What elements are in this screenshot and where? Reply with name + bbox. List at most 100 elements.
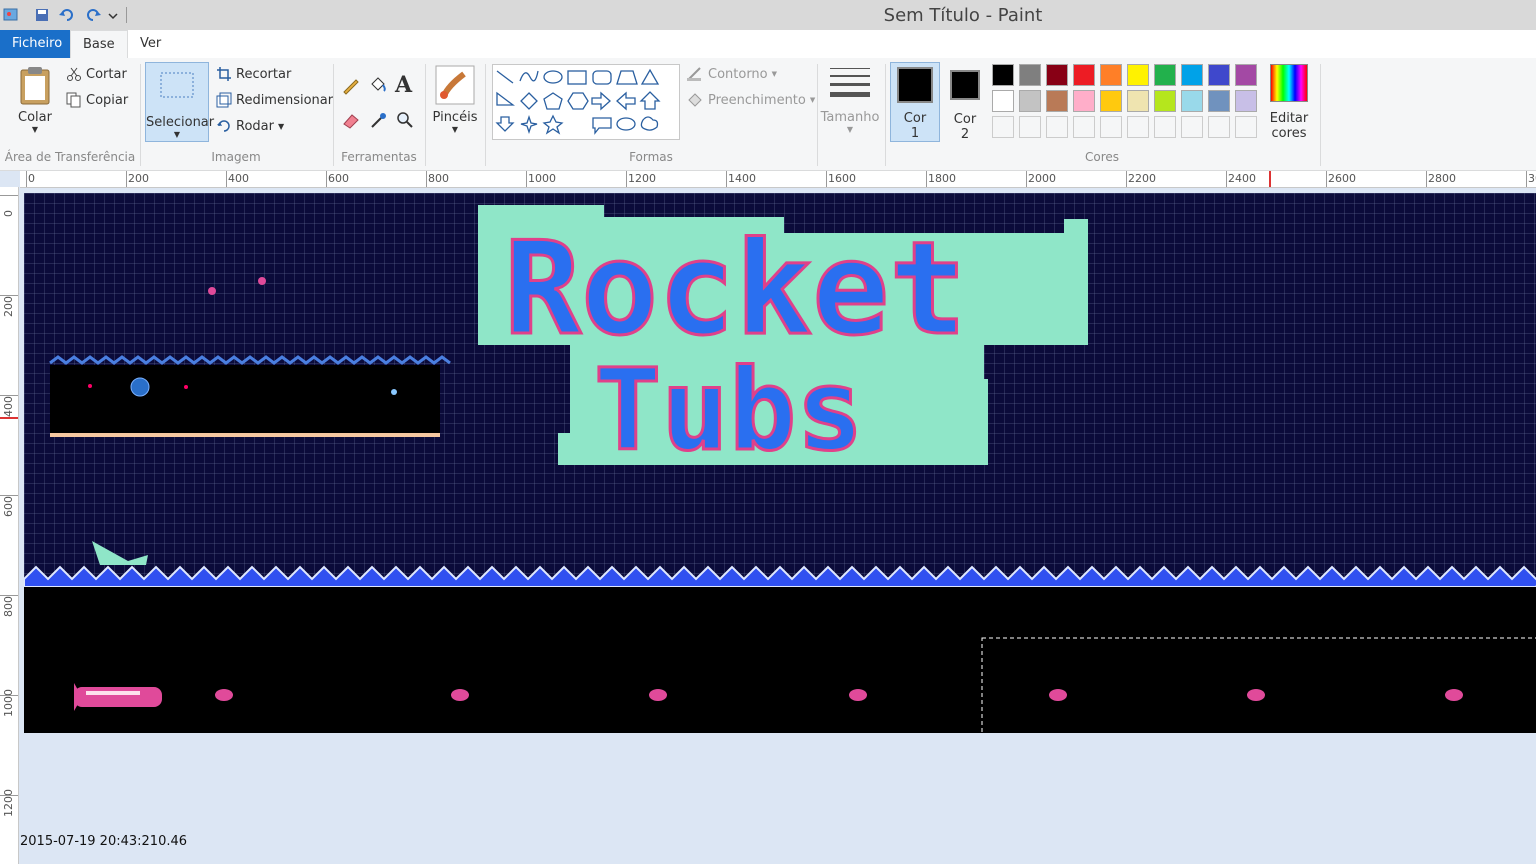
outline-label: Contorno [708,66,768,82]
line-thickness-icon [830,68,870,97]
ruler-tick-mark [926,171,927,187]
custom-color-slot[interactable] [992,116,1014,138]
tab-view[interactable]: Ver [128,30,173,58]
ruler-tick-mark [326,171,327,187]
ruler-tick-mark [626,171,627,187]
palette-swatch[interactable] [1127,64,1149,86]
fish-sprite [451,689,469,701]
paste-button[interactable]: Colar ▼ [10,64,60,135]
ruler-tick-mark [1226,171,1227,187]
fish-sprite [849,689,867,701]
edit-colors-button[interactable]: Editar cores [1264,64,1314,141]
palette-swatch[interactable] [1046,64,1068,86]
palette-swatch[interactable] [1154,90,1176,112]
custom-color-slot[interactable] [1127,116,1149,138]
ruler-tick-mark [0,795,18,796]
rotate-label: Rodar [236,118,274,134]
brushes-dropdown-arrow: ▼ [451,125,459,134]
ruler-tick-mark [26,171,27,187]
palette-swatch[interactable] [992,90,1014,112]
fill-button[interactable]: Preenchimento ▼ [686,92,815,108]
palette-swatch[interactable] [1019,90,1041,112]
ruler-tick-label: 2800 [1428,172,1456,185]
palette-swatch[interactable] [1235,64,1257,86]
custom-color-slot[interactable] [1154,116,1176,138]
fill-label: Preenchimento [708,92,806,108]
horizontal-ruler: 0 200 400 600 800 1000 1200 1400 1600 1800 2000 220… [20,171,1536,188]
color2-button[interactable]: Cor 2 [944,62,986,142]
ruler-tick-label: 2000 [1028,172,1056,185]
palette-swatch[interactable] [1154,64,1176,86]
palette-swatch[interactable] [1100,64,1122,86]
palette-swatch[interactable] [1019,64,1041,86]
tab-file[interactable]: Ficheiro [0,30,75,58]
shapes-gallery[interactable] [492,64,680,140]
palette-swatch[interactable] [1046,90,1068,112]
custom-color-slot[interactable] [1235,116,1257,138]
palette-swatch[interactable] [1127,90,1149,112]
resize-button[interactable]: Redimensionar [216,92,333,108]
palette-swatch[interactable] [1208,90,1230,112]
ruler-tick-mark [0,195,18,196]
palette-swatch[interactable] [1073,90,1095,112]
palette-swatch[interactable] [1208,64,1230,86]
select-rectangle-icon [160,72,194,98]
palette-swatch[interactable] [1181,90,1203,112]
ruler-tick-label: 800 [428,172,449,185]
ruler-tick-label: 400 [2,396,15,417]
color1-button[interactable]: Cor 1 [890,62,940,142]
palette-swatch[interactable] [1181,64,1203,86]
magnifier-icon[interactable] [395,110,415,130]
size-button[interactable]: Tamanho ▼ [820,64,880,135]
custom-color-slot[interactable] [1019,116,1041,138]
custom-color-slot[interactable] [1100,116,1122,138]
ruler-tick-label: 2200 [1128,172,1156,185]
outline-icon [687,67,701,81]
crop-button[interactable]: Recortar [216,66,291,82]
custom-color-slot[interactable] [1046,116,1068,138]
custom-color-slot[interactable] [1181,116,1203,138]
palette-swatch[interactable] [992,64,1014,86]
copy-label: Copiar [86,92,129,108]
logo-line1: Rocket [504,215,966,364]
fill-bucket-icon[interactable] [368,75,388,95]
drawing-canvas[interactable]: Rocket Tubs [24,193,1536,733]
custom-color-slot[interactable] [1208,116,1230,138]
ruler-tick-mark [0,595,18,596]
ribbon-divider [1320,64,1321,166]
rotate-button[interactable]: Rodar ▼ [216,118,284,134]
copy-button[interactable]: Copiar [66,92,128,108]
ruler-tick-label: 1200 [2,789,15,817]
ruler-tick-label: 0 [2,210,15,217]
ruler-tick-label: 600 [2,496,15,517]
select-button[interactable]: Selecionar ▼ [145,62,214,142]
size-label: Tamanho [820,110,880,125]
ruler-tick-mark [1026,171,1027,187]
tab-home[interactable]: Base [70,30,128,59]
edit-colors-label-line1: Editar [1269,111,1309,126]
submarine-sprite [74,683,162,711]
ruler-tick-label: 1400 [728,172,756,185]
palette-swatch[interactable] [1235,90,1257,112]
palette-swatch[interactable] [1073,64,1095,86]
fill-icon [688,93,702,107]
color-picker-icon[interactable] [368,110,388,130]
title-bar: Sem Título - Paint [0,0,1536,31]
cursor-position-marker-vertical [0,417,18,419]
eraser-icon[interactable] [341,110,361,130]
colors-group-label: Cores [1084,150,1120,164]
brushes-button[interactable]: Pincéis ▼ [430,64,480,135]
ribbon: Colar ▼ Cortar Copiar Área de Transferên… [0,58,1536,171]
clipboard-icon [20,67,50,105]
outline-button[interactable]: Contorno ▼ [686,66,777,82]
brushes-label: Pincéis [432,110,478,125]
cut-button[interactable]: Cortar [66,66,127,82]
text-tool-icon[interactable]: A [395,72,412,98]
paste-dropdown-arrow: ▼ [31,125,39,134]
custom-color-slot[interactable] [1073,116,1095,138]
rotate-dropdown-arrow: ▼ [277,121,285,131]
pencil-icon[interactable] [341,75,361,95]
ocean-waves [24,565,1536,588]
shark-sprite [92,541,148,565]
palette-swatch[interactable] [1100,90,1122,112]
